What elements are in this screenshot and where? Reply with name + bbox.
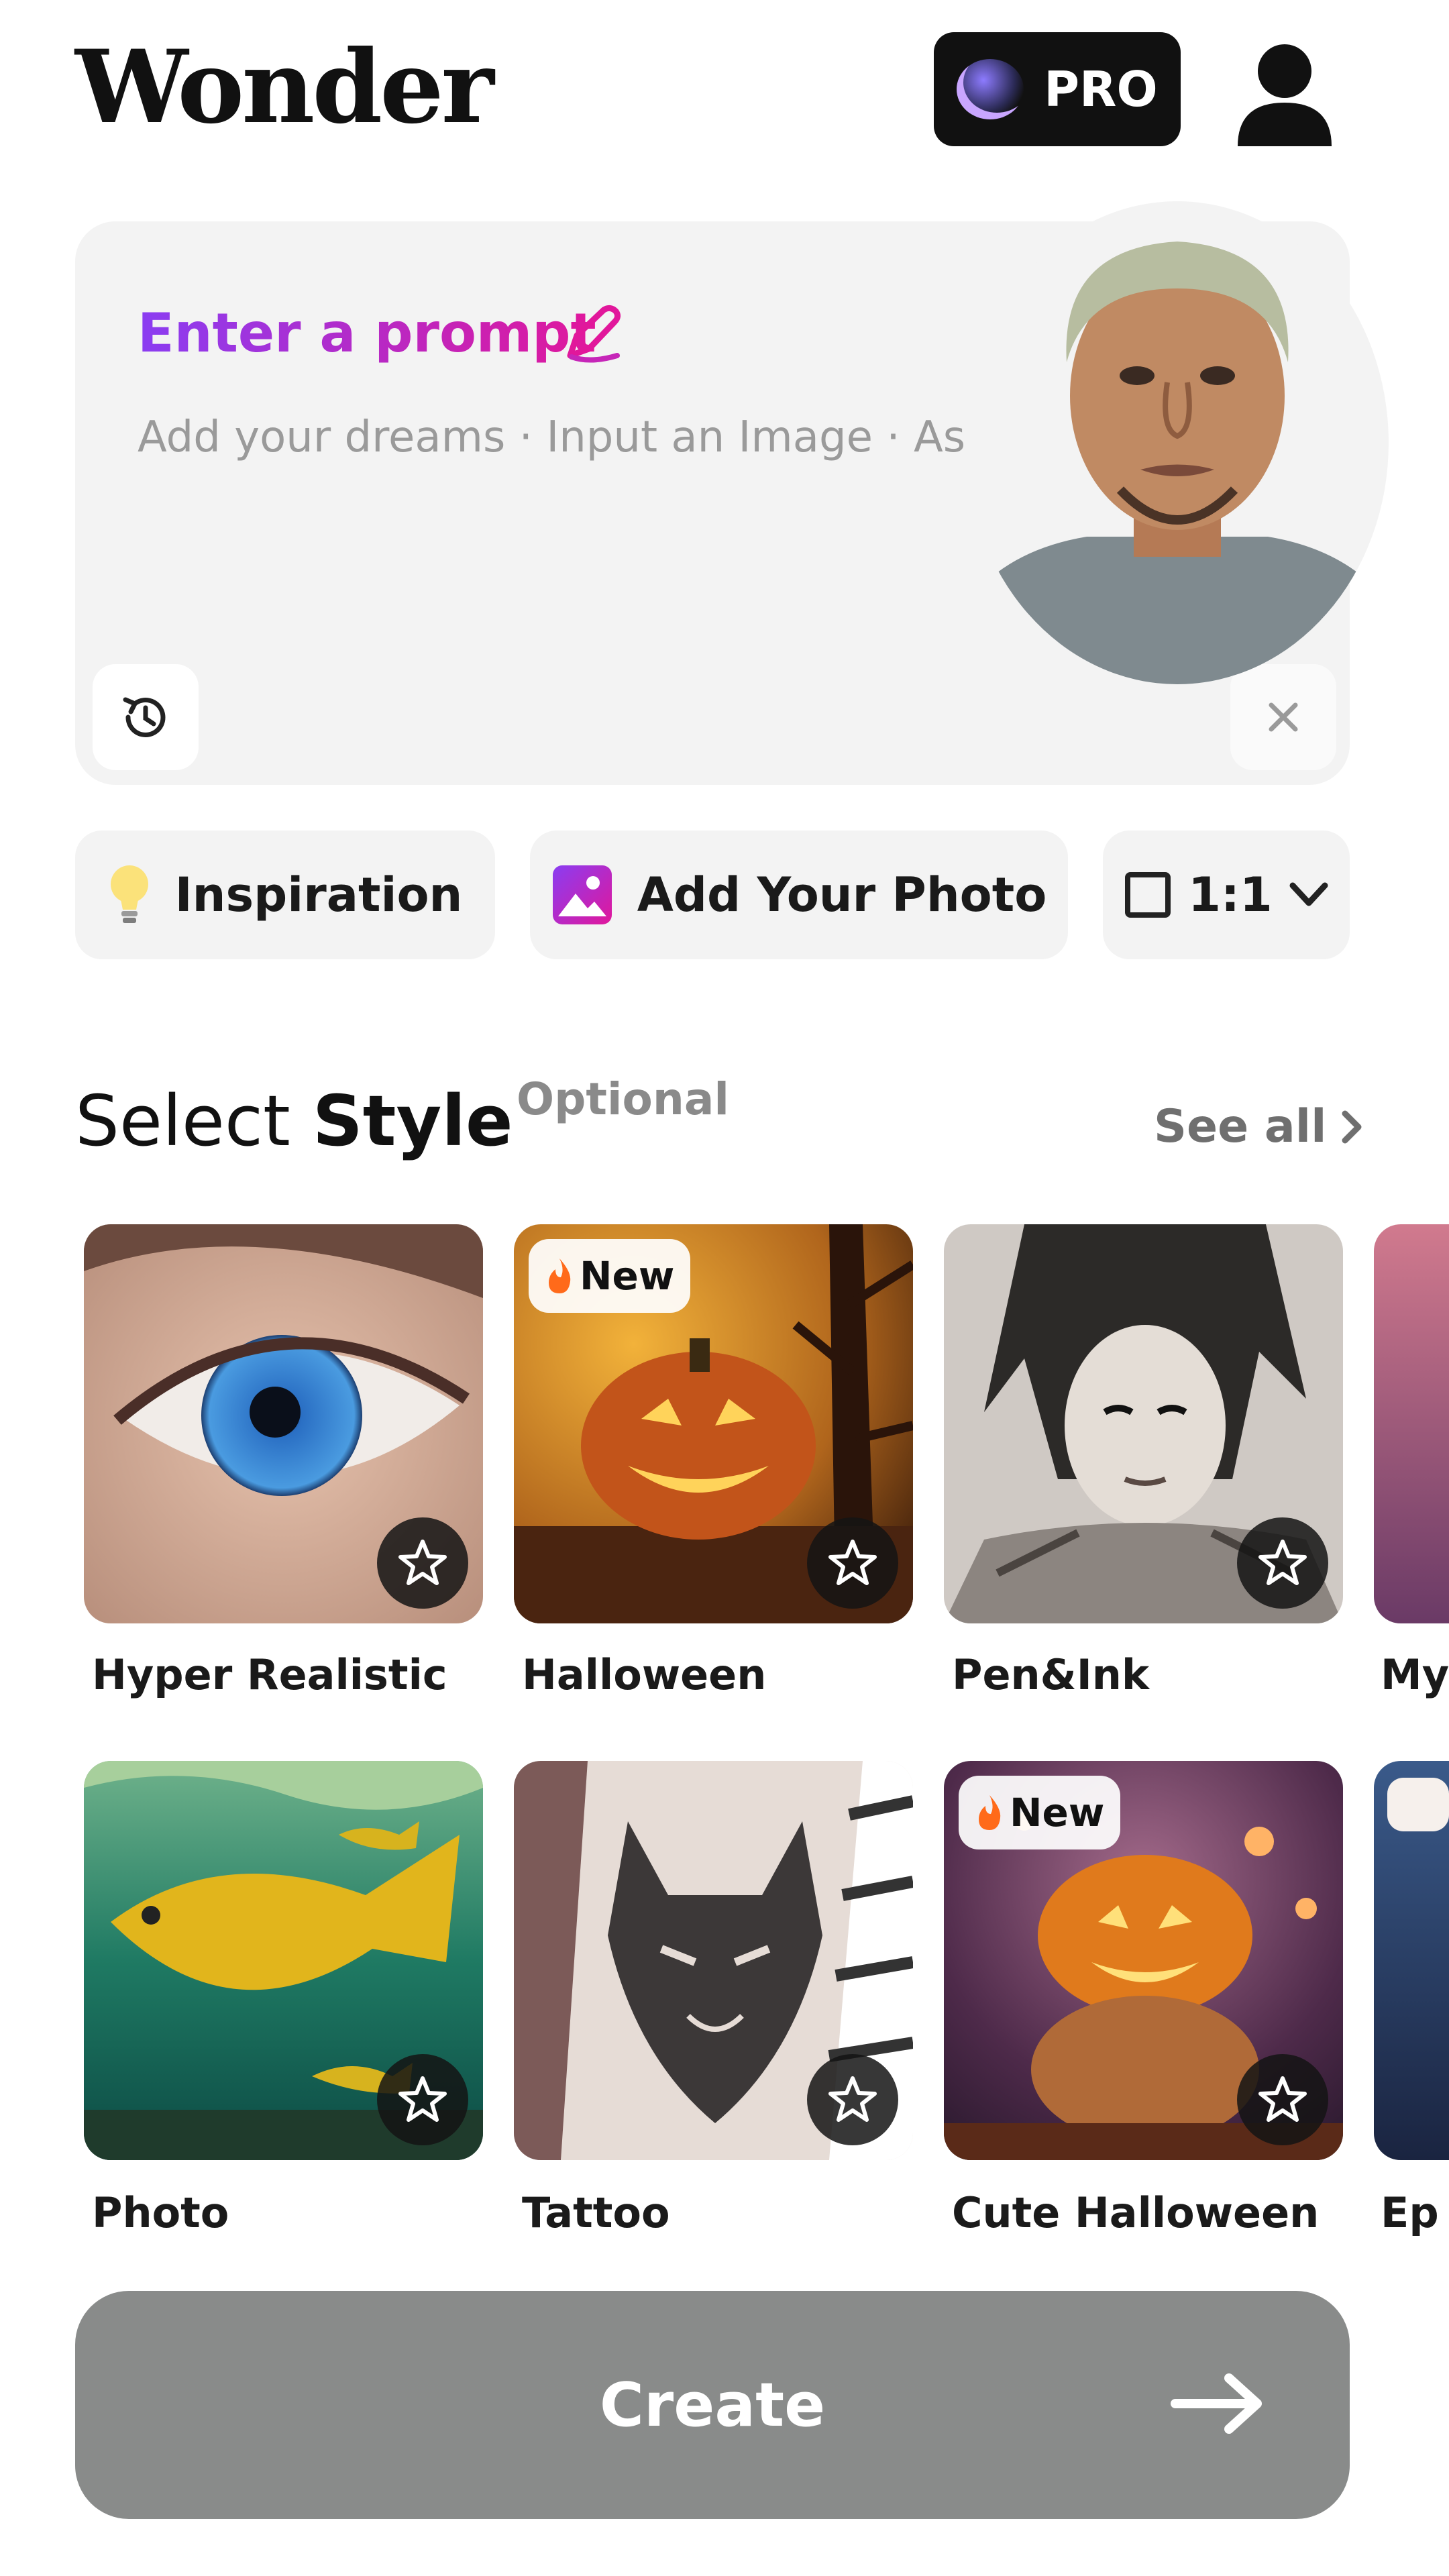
app-logo: Wonder [75,28,494,146]
chevron-right-icon [1342,1110,1362,1143]
favorite-button[interactable] [1237,1517,1328,1609]
new-badge: New [959,1776,1121,1849]
style-label: Tattoo [522,2188,670,2237]
clear-prompt-button[interactable] [1230,664,1336,770]
star-icon [828,1540,877,1585]
style-label: Hyper Realistic [92,1650,447,1699]
select-style-heading: Select Style [75,1080,513,1162]
square-icon [1125,872,1171,918]
close-icon [1269,702,1298,732]
image-icon [552,865,612,924]
favorite-button[interactable] [1237,2054,1328,2145]
pencil-icon [567,305,621,363]
favorite-button[interactable] [377,2054,468,2145]
user-icon[interactable] [1234,39,1335,146]
style-label: Pen&Ink [952,1650,1150,1699]
optional-label: Optional [517,1073,730,1125]
fire-icon [549,1258,571,1293]
create-label: Create [599,2369,826,2440]
style-tile-halloween[interactable]: New [514,1224,913,1623]
favorite-button[interactable] [807,2054,898,2145]
star-icon [1258,2076,1307,2122]
aspect-ratio-label: 1:1 [1188,867,1273,922]
style-tile-partial[interactable] [1374,1224,1449,1623]
style-tile-tattoo[interactable] [514,1761,913,2160]
presenter-webcam-overlay [966,201,1389,684]
arrow-right-icon [1171,2373,1262,2434]
history-icon [123,697,166,737]
style-tile-hyper-realistic[interactable] [84,1224,483,1623]
favorite-button[interactable] [377,1517,468,1609]
favorite-button[interactable] [807,1517,898,1609]
history-button[interactable] [93,664,199,770]
pro-button[interactable]: PRO [934,32,1181,146]
see-all-label: See all [1154,1100,1327,1153]
style-tile-pen-ink[interactable] [944,1224,1343,1623]
prompt-title: Enter a prompt [138,302,596,364]
chevron-down-icon [1289,882,1328,906]
star-icon [1258,1540,1307,1585]
star-icon [398,1540,447,1585]
fire-icon [979,1795,1001,1830]
style-tile-partial[interactable] [1374,1761,1449,2160]
see-all-link[interactable]: See all [1154,1100,1364,1153]
style-label: Cute Halloween [952,2188,1320,2237]
style-label: Photo [92,2188,229,2237]
inspiration-label: Inspiration [174,867,463,922]
style-label: My [1381,1650,1449,1699]
prompt-input[interactable]: Add your dreams · Input an Image · Aspec… [138,413,1050,462]
aspect-ratio-select[interactable]: 1:1 [1103,830,1350,959]
style-tile-cute-halloween[interactable]: New [944,1761,1343,2160]
add-photo-chip[interactable]: Add Your Photo [530,830,1068,959]
new-badge: New [529,1239,691,1313]
inspiration-chip[interactable]: Inspiration [75,830,495,959]
pro-label: PRO [1044,61,1158,117]
style-label: Halloween [522,1650,767,1699]
lightbulb-icon [110,865,148,923]
style-tile-photo[interactable] [84,1761,483,2160]
style-label: Ep [1381,2188,1439,2237]
create-button[interactable]: Create [75,2291,1350,2519]
star-icon [828,2076,877,2122]
add-photo-label: Add Your Photo [637,867,1047,922]
star-icon [398,2076,447,2122]
pro-orb-icon [957,59,1024,119]
